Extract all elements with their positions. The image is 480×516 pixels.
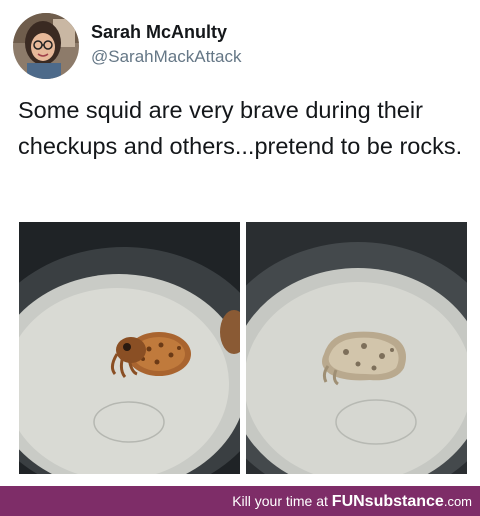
meme-post: Sarah McAnulty @SarahMackAttack Some squ… (0, 0, 480, 516)
footer-tagline: Kill your time at (232, 493, 328, 509)
avatar-image (13, 13, 79, 79)
footer-banner[interactable]: Kill your time at FUNsubstance.com (0, 486, 480, 516)
avatar[interactable] (13, 13, 79, 79)
tweet-text: Some squid are very brave during their c… (18, 97, 463, 159)
squid-image (19, 222, 240, 474)
footer-domain: .com (443, 494, 472, 509)
author-handle[interactable]: @SarahMackAttack (91, 47, 241, 67)
footer-text: Kill your time at FUNsubstance.com (232, 493, 472, 511)
squid-photo-rock[interactable] (246, 222, 467, 474)
footer-brand[interactable]: FUNsubstance (332, 493, 444, 510)
author-name[interactable]: Sarah McAnulty (91, 22, 227, 43)
squid-rock-image (246, 222, 467, 474)
squid-photo-brave[interactable] (19, 222, 240, 474)
